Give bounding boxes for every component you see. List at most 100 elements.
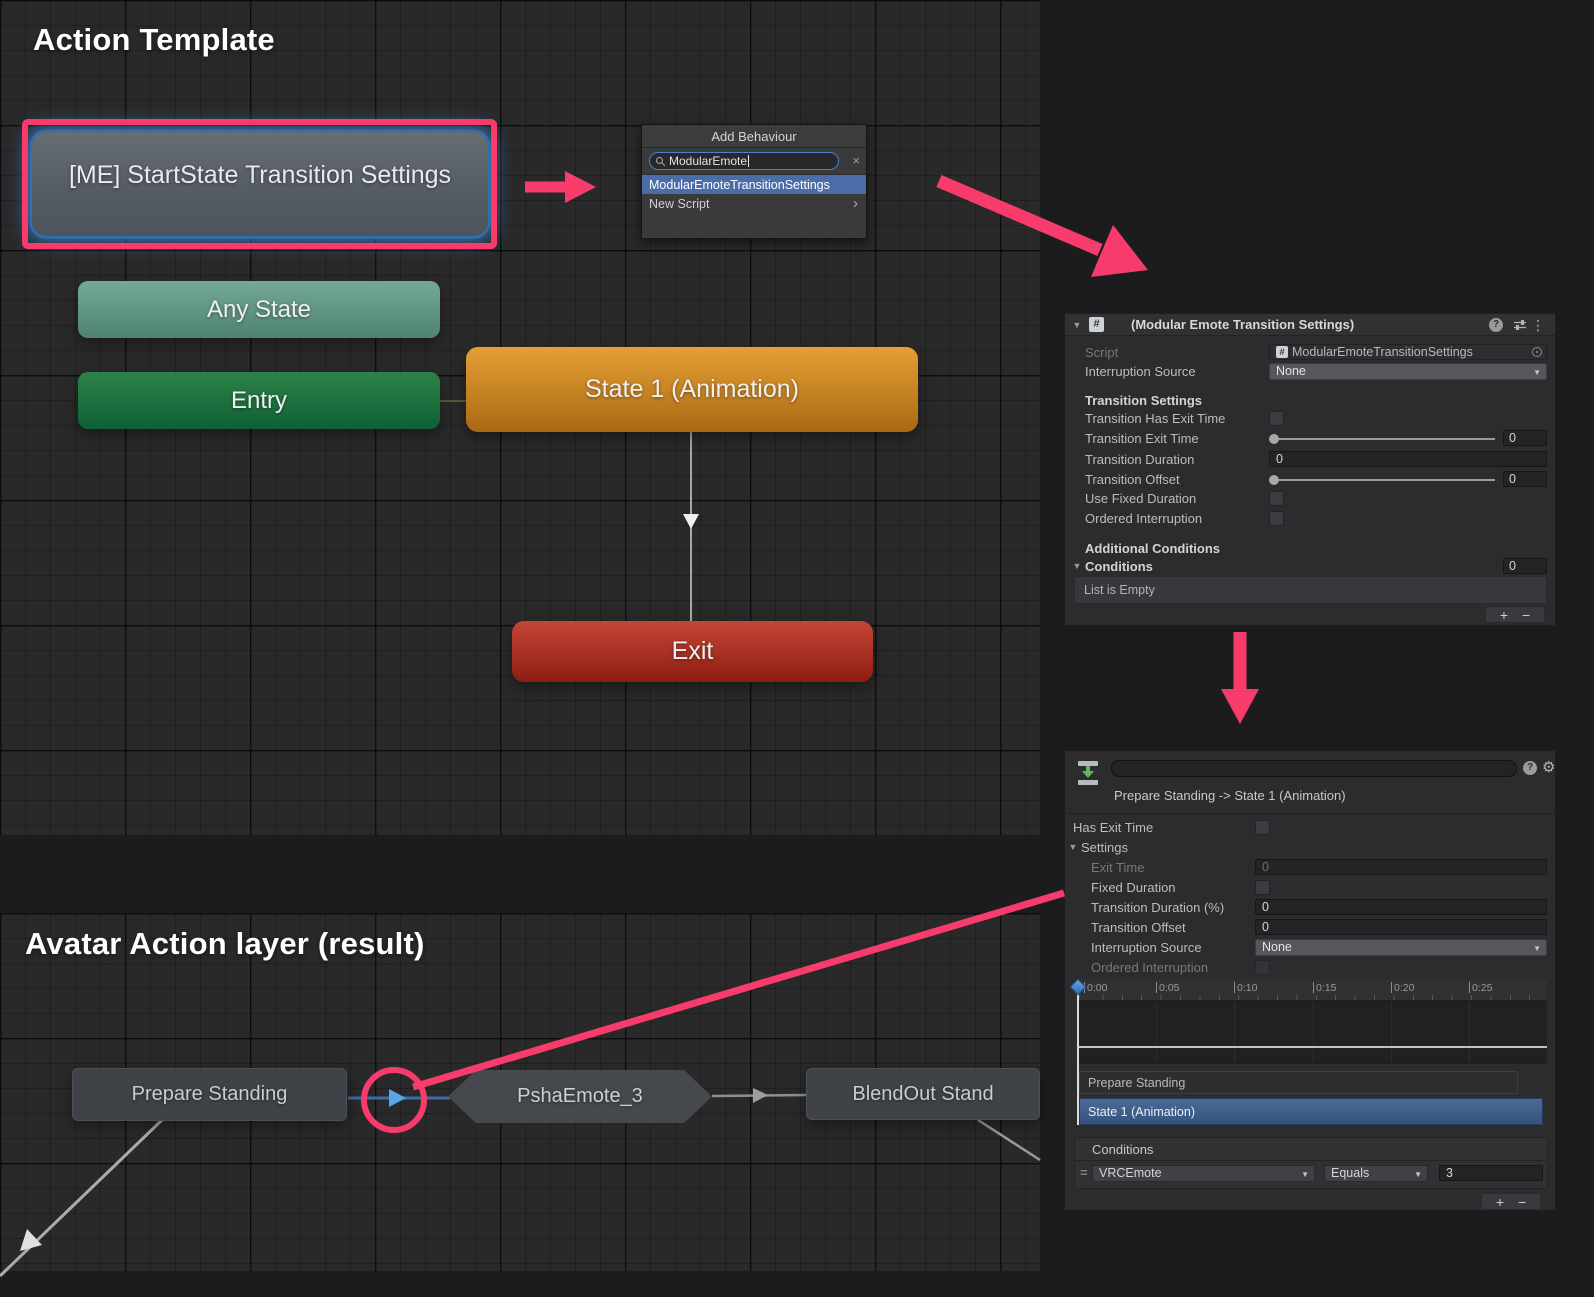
slider-knob[interactable] xyxy=(1269,434,1279,444)
exit-time-slider[interactable] xyxy=(1269,430,1495,447)
timeline-tick: 0:10 xyxy=(1234,982,1257,994)
menu-item-modular-emote[interactable]: ModularEmoteTransitionSettings xyxy=(642,175,866,194)
remove-condition-button[interactable]: − xyxy=(1522,608,1530,622)
transition-offset-slider[interactable] xyxy=(1269,471,1495,488)
timeline-tick: 0:25 xyxy=(1469,982,1492,994)
interruption-source-dropdown[interactable]: None ▼ xyxy=(1255,939,1547,956)
conditions-foldout[interactable]: Conditions xyxy=(1085,558,1153,575)
state-node-prepare-standing[interactable]: Prepare Standing xyxy=(72,1068,347,1121)
chevron-down-icon: ▼ xyxy=(1533,365,1541,380)
screenshot-root: Action Template Avatar Action layer (res… xyxy=(0,0,1594,1297)
remove-condition-button[interactable]: − xyxy=(1518,1195,1526,1209)
field-label: Script xyxy=(1085,344,1118,361)
state-node-exit[interactable]: Exit xyxy=(512,621,873,682)
timeline-tick: 0:20 xyxy=(1391,982,1414,994)
drag-handle-icon[interactable]: = xyxy=(1080,1165,1088,1180)
gear-icon[interactable]: ⚙ xyxy=(1542,758,1555,776)
transition-offset-value[interactable]: 0 xyxy=(1503,471,1547,487)
chevron-down-icon: ▼ xyxy=(1301,1167,1309,1182)
list-footer: + − xyxy=(1481,1193,1541,1210)
preset-icon[interactable] xyxy=(1513,319,1527,331)
use-fixed-duration-checkbox[interactable] xyxy=(1269,491,1284,506)
help-icon[interactable]: ? xyxy=(1489,318,1503,332)
has-exit-time-checkbox[interactable] xyxy=(1269,411,1284,426)
field-label: Transition Has Exit Time xyxy=(1085,410,1225,427)
object-picker-icon[interactable] xyxy=(1532,347,1542,357)
field-label: Interruption Source xyxy=(1091,939,1202,956)
foldout-arrow-icon[interactable]: ▼ xyxy=(1071,317,1083,334)
has-exit-time-checkbox[interactable] xyxy=(1255,820,1270,835)
state-node-entry[interactable]: Entry xyxy=(78,372,440,429)
field-label: Interruption Source xyxy=(1085,363,1196,380)
field-label: Has Exit Time xyxy=(1073,819,1153,836)
behaviour-header[interactable]: ▼ # (Modular Emote Transition Settings) … xyxy=(1065,314,1555,336)
chevron-down-icon: ▼ xyxy=(1414,1167,1422,1182)
field-label: Transition Offset xyxy=(1091,919,1186,936)
conditions-header: Conditions xyxy=(1092,1140,1153,1160)
page-title-result: Avatar Action layer (result) xyxy=(25,926,425,962)
search-value: ModularEmote xyxy=(669,154,747,168)
search-input[interactable]: ModularEmote xyxy=(649,152,839,170)
state-node-state1[interactable]: State 1 (Animation) xyxy=(466,347,918,432)
chevron-down-icon: ▼ xyxy=(1533,941,1541,956)
timeline-curve-area[interactable] xyxy=(1077,1001,1547,1064)
kebab-menu-icon[interactable]: ⋮ xyxy=(1531,318,1545,332)
transition-timeline[interactable]: 0:00 0:05 0:10 0:15 0:20 0:25 Prepare St… xyxy=(1077,979,1547,1125)
field-label: Ordered Interruption xyxy=(1085,510,1202,527)
annotation-highlight-box xyxy=(22,119,497,249)
script-icon: # xyxy=(1276,346,1288,358)
text-caret xyxy=(748,155,749,167)
playhead-line[interactable] xyxy=(1077,993,1079,1125)
inspector-behaviour-panel: ▼ # (Modular Emote Transition Settings) … xyxy=(1064,313,1556,626)
ordered-interruption-checkbox xyxy=(1255,960,1270,975)
exit-time-value[interactable]: 0 xyxy=(1503,430,1547,446)
section-header: Additional Conditions xyxy=(1085,540,1220,557)
conditions-box: Conditions = VRCEmote ▼ Equals ▼ 3 xyxy=(1074,1137,1548,1189)
inspector-transition-panel: ? ⚙ Prepare Standing -> State 1 (Animati… xyxy=(1064,750,1556,1211)
ordered-interruption-checkbox[interactable] xyxy=(1269,511,1284,526)
transition-duration-field[interactable]: 0 xyxy=(1269,451,1547,467)
slider-knob[interactable] xyxy=(1269,475,1279,485)
interruption-source-dropdown[interactable]: None ▼ xyxy=(1269,363,1547,380)
timeline-tick: 0:05 xyxy=(1156,982,1179,994)
field-label: Use Fixed Duration xyxy=(1085,490,1196,507)
clear-search-icon[interactable]: × xyxy=(852,154,860,167)
annotation-arrowhead-icon xyxy=(1091,225,1148,277)
blend-curve-line xyxy=(1077,1046,1547,1048)
state-node-psha-emote[interactable]: PshaEmote_3 xyxy=(448,1070,712,1123)
transition-offset-field[interactable]: 0 xyxy=(1255,919,1547,935)
field-label: Transition Offset xyxy=(1085,471,1180,488)
search-icon xyxy=(655,156,666,167)
menu-item-new-script[interactable]: New Script › xyxy=(642,194,866,213)
script-icon: # xyxy=(1089,317,1104,332)
timeline-bar-source[interactable]: Prepare Standing xyxy=(1079,1071,1518,1094)
divider xyxy=(1065,813,1555,814)
add-condition-button[interactable]: + xyxy=(1500,608,1508,622)
foldout-arrow-icon[interactable]: ▼ xyxy=(1071,558,1083,575)
conditions-size-field[interactable]: 0 xyxy=(1503,558,1547,574)
fixed-duration-checkbox[interactable] xyxy=(1255,880,1270,895)
condition-value-field[interactable]: 3 xyxy=(1439,1165,1543,1181)
timeline-ruler[interactable]: 0:00 0:05 0:10 0:15 0:20 0:25 xyxy=(1077,979,1547,1001)
condition-parameter-dropdown[interactable]: VRCEmote ▼ xyxy=(1092,1165,1315,1182)
transition-icon xyxy=(1075,760,1101,786)
field-label: Transition Exit Time xyxy=(1085,430,1199,447)
transition-duration-field[interactable]: 0 xyxy=(1255,899,1547,915)
settings-foldout[interactable]: Settings xyxy=(1081,839,1128,856)
field-label: Exit Time xyxy=(1091,859,1144,876)
state-node-blendout-stand[interactable]: BlendOut Stand xyxy=(806,1068,1040,1120)
script-object-field[interactable]: # ModularEmoteTransitionSettings xyxy=(1269,344,1547,360)
foldout-arrow-icon[interactable]: ▼ xyxy=(1067,839,1079,856)
page-title-template: Action Template xyxy=(33,22,275,58)
field-label: Transition Duration (%) xyxy=(1091,899,1224,916)
timeline-bar-destination[interactable]: State 1 (Animation) xyxy=(1079,1098,1543,1125)
popup-title: Add Behaviour xyxy=(642,125,866,148)
state-node-any-state[interactable]: Any State xyxy=(78,281,440,338)
add-condition-button[interactable]: + xyxy=(1496,1195,1504,1209)
help-icon[interactable]: ? xyxy=(1523,761,1537,775)
conditions-empty-list: List is Empty xyxy=(1074,576,1547,604)
field-label: Transition Duration xyxy=(1085,451,1194,468)
add-behaviour-popup: Add Behaviour ModularEmote × ModularEmot… xyxy=(641,124,867,239)
condition-operator-dropdown[interactable]: Equals ▼ xyxy=(1324,1165,1428,1182)
transition-name-field[interactable] xyxy=(1111,760,1517,777)
